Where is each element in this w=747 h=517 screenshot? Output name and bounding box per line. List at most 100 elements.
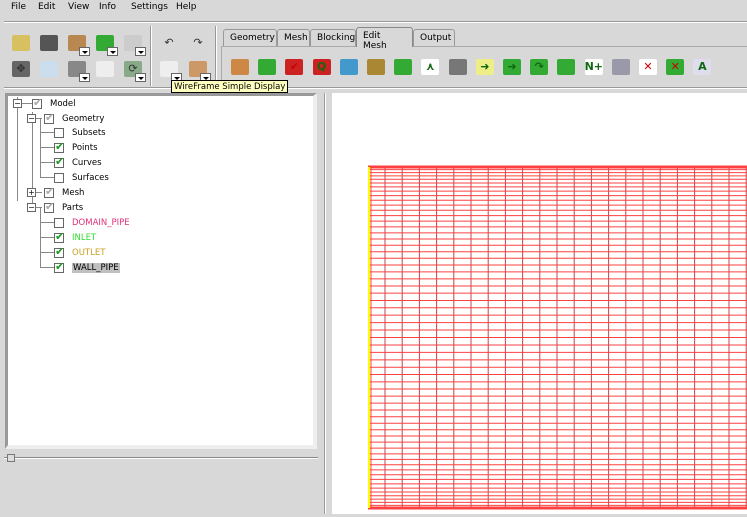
smooth-hexa-icon[interactable] [365,56,387,78]
visibility-checkbox[interactable] [54,173,64,183]
fit-window-icon: ✥ [12,61,30,77]
tab-blocking[interactable]: Blocking [310,29,356,46]
check-mesh-icon[interactable]: ✔ [283,56,305,78]
fit-window-icon[interactable]: ✥ [10,58,32,80]
tree-node-part-wall_pipe[interactable]: WALL_PIPE [54,260,120,275]
tree-node-part-outlet[interactable]: OUTLET [54,245,105,260]
visibility-checkbox[interactable] [54,128,64,138]
split-mesh-icon[interactable] [447,56,469,78]
visibility-checkbox[interactable] [44,200,54,213]
move-nodes-icon[interactable]: ➜ [474,56,496,78]
local-coord-system-icon[interactable] [94,58,116,80]
menu-view[interactable]: View [68,2,89,12]
tree-node-parts[interactable]: Parts [44,200,83,215]
dropdown-arrow-icon[interactable] [79,47,90,56]
tree-node-model[interactable]: Model [32,96,76,111]
transform-mesh-icon: ➜ [503,59,521,75]
menu-settings[interactable]: Settings [131,2,168,12]
tree-node-part-domain_pipe[interactable]: DOMAIN_PIPE [54,216,130,230]
quality-icon[interactable]: Q [311,56,333,78]
collapse-geometry-toggle[interactable]: − [27,114,36,123]
merge-nodes-icon: ⋏ [421,59,440,75]
tab-edit-mesh[interactable]: Edit Mesh [356,27,413,51]
tree-node-curves[interactable]: Curves [54,155,102,170]
dropdown-arrow-icon[interactable] [107,47,118,56]
tree-line [40,252,54,253]
undo-icon[interactable]: ↶ [158,32,180,54]
tree-node-mesh[interactable]: Mesh [44,185,84,200]
expand-mesh-toggle[interactable]: + [27,188,36,197]
zoom-box-icon[interactable] [38,58,60,80]
tree-node-label: Points [72,143,98,153]
solid-display-icon[interactable] [187,58,211,82]
measure-icon[interactable] [66,58,90,82]
tree-node-surfaces[interactable]: Surfaces [54,171,109,185]
delete-elements-icon: ✕ [666,59,685,75]
splitter[interactable] [324,93,326,514]
visibility-checkbox[interactable] [54,140,64,153]
tab-geometry[interactable]: Geometry [223,29,277,46]
save-icon[interactable] [38,32,60,54]
tree-node-label: WALL_PIPE [72,263,120,273]
dropdown-arrow-icon[interactable] [79,73,90,82]
menu-bar: File Edit View Info Settings Help [0,0,747,16]
open-folder-icon[interactable] [10,32,32,54]
graphics-viewport[interactable] [332,93,747,514]
visibility-checkbox[interactable] [54,155,64,168]
tree-node-geometry[interactable]: Geometry [44,111,105,126]
edit-distributed-attribute-icon: A [693,59,712,75]
visibility-checkbox[interactable] [54,218,64,228]
tab-mesh[interactable]: Mesh [277,29,310,46]
tree-line [40,222,54,223]
merge-nodes-icon[interactable]: ⋏ [419,56,441,78]
menu-edit[interactable]: Edit [38,2,55,12]
visibility-checkbox[interactable] [44,185,54,198]
visibility-checkbox[interactable] [54,230,64,243]
tree-node-part-inlet[interactable]: INLET [54,230,96,245]
menu-info[interactable]: Info [99,2,116,12]
open-mesh-icon[interactable] [94,32,118,56]
visibility-checkbox[interactable] [44,111,54,124]
menu-file[interactable]: File [11,2,26,12]
transform-mesh-icon[interactable]: ➜ [501,56,523,78]
slider-handle[interactable] [7,454,15,462]
adjust-mesh-density-icon[interactable] [555,56,577,78]
tree-node-label: Geometry [62,114,105,124]
refresh-icon[interactable]: ⟳ [122,58,146,82]
renumber-mesh-icon[interactable]: N+ [583,56,605,78]
delete-nodes-icon[interactable]: ✕ [637,56,659,78]
delete-elements-icon[interactable]: ✕ [664,56,686,78]
tab-output[interactable]: Output [413,29,455,46]
tree-node-points[interactable]: Points [54,140,98,155]
tree-line [40,147,54,148]
mesh-display [368,165,747,510]
collapse-model-toggle[interactable]: − [13,99,22,108]
model-tree[interactable]: −−+−ModelGeometrySubsetsPointsCurvesSurf… [5,93,317,449]
dropdown-arrow-icon[interactable] [135,73,146,82]
edit-distributed-attribute-icon[interactable]: A [691,56,713,78]
tree-line [40,162,54,163]
visibility-checkbox[interactable] [54,260,64,273]
local-coord-system-icon [96,61,114,77]
slider-track[interactable] [4,457,318,459]
smooth-mesh-icon[interactable] [338,56,360,78]
redo-icon[interactable]: ↷ [187,32,209,54]
reorient-mesh-icon[interactable] [610,56,632,78]
tree-line [40,177,54,178]
open-blocking-icon[interactable] [122,32,146,56]
repair-mesh-icon[interactable] [392,56,414,78]
create-elements-icon[interactable] [229,56,251,78]
dropdown-arrow-icon[interactable] [135,47,146,56]
menu-help[interactable]: Help [176,2,197,12]
convert-mesh-icon[interactable]: ↷ [528,56,550,78]
extrude-mesh-icon[interactable] [256,56,278,78]
collapse-parts-toggle[interactable]: − [27,203,36,212]
visibility-checkbox[interactable] [54,245,64,258]
smooth-mesh-icon [339,59,358,75]
wireframe-display-icon[interactable] [158,58,182,82]
open-geometry-icon[interactable] [66,32,90,56]
tree-node-subsets[interactable]: Subsets [54,126,106,140]
delete-nodes-icon: ✕ [639,59,657,75]
tree-node-label: Subsets [72,128,106,138]
visibility-checkbox[interactable] [32,96,42,109]
